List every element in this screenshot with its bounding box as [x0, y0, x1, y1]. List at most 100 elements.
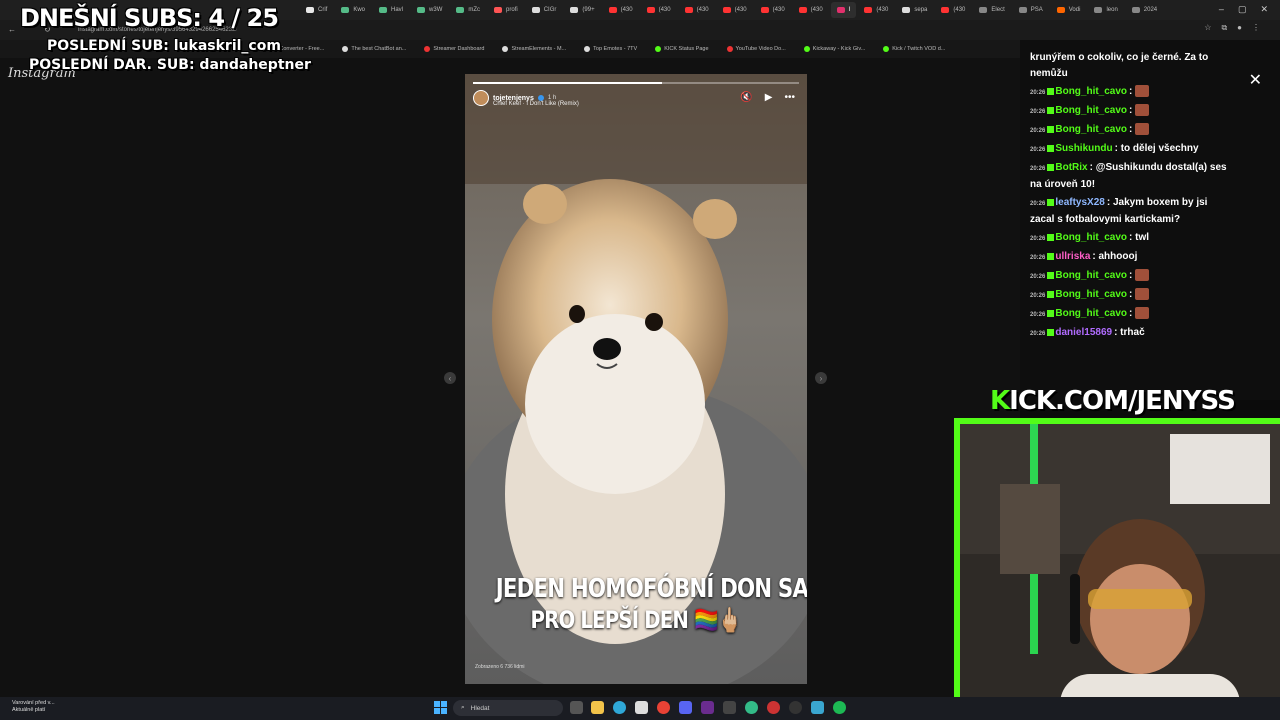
browser-tab[interactable]: (430 — [717, 2, 753, 18]
menu-icon[interactable]: ⋮ — [1252, 23, 1260, 33]
chat-username[interactable]: leaftysX28 — [1055, 197, 1104, 208]
browser-tab[interactable]: Havl — [373, 2, 409, 18]
chat-username[interactable]: Bong_hit_cavo — [1055, 105, 1127, 116]
browser-tab[interactable]: (430 — [858, 2, 894, 18]
browser-tab[interactable]: Kwo — [335, 2, 371, 18]
windows-start-icon[interactable] — [434, 701, 447, 714]
browser-tab[interactable]: (99+ — [564, 2, 600, 18]
browser-tab[interactable]: Elect — [973, 2, 1010, 18]
browser-tab[interactable]: (430 — [793, 2, 829, 18]
chat-username[interactable]: Bong_hit_cavo — [1055, 124, 1127, 135]
minimize-icon[interactable]: – — [1219, 4, 1224, 15]
browser-tab[interactable]: (430 — [679, 2, 715, 18]
chrome-icon[interactable] — [657, 701, 670, 714]
extensions-icon[interactable]: ⧉ — [1221, 23, 1227, 33]
browser-tab[interactable]: Crif — [300, 2, 333, 18]
more-icon[interactable]: ••• — [784, 92, 795, 103]
edge-icon[interactable] — [613, 701, 626, 714]
story-viewer[interactable]: tojetenjenys 1 h Chief Keef · I Don't Li… — [465, 74, 807, 684]
story-next-button[interactable]: › — [815, 372, 827, 384]
play-icon[interactable]: ▶ — [765, 92, 773, 103]
browser-tab[interactable]: I — [830, 2, 857, 18]
chat-username[interactable]: Sushikundu — [1055, 143, 1112, 154]
browser-tab[interactable]: CIGr — [526, 2, 563, 18]
weather-warning[interactable]: Varování před v... Aktuálně platí — [12, 700, 55, 714]
story-viewers[interactable]: Zobrazeno 6 736 lidmi — [475, 664, 524, 670]
app-icon-3[interactable] — [789, 701, 802, 714]
browser-tab[interactable]: leon — [1088, 2, 1123, 18]
browser-tab[interactable]: Vodi — [1051, 2, 1087, 18]
chat-username[interactable]: Bong_hit_cavo — [1055, 86, 1127, 97]
back-icon[interactable]: ← — [8, 25, 16, 34]
browser-tab[interactable]: (430 — [755, 2, 791, 18]
bookmark-item[interactable]: KICK Status Page — [655, 46, 709, 52]
tab-label: (430 — [953, 7, 966, 13]
tab-favicon-icon — [1131, 7, 1140, 13]
tab-favicon-icon — [494, 7, 503, 13]
chat-username[interactable]: Bong_hit_cavo — [1055, 270, 1127, 281]
tab-favicon-icon — [760, 7, 769, 13]
file-explorer-icon[interactable] — [591, 701, 604, 714]
discord-icon[interactable] — [679, 701, 692, 714]
bookmark-item[interactable]: Kick / Twitch VOD d... — [883, 46, 945, 52]
taskbar-search[interactable]: ⌕ Hledat — [453, 700, 563, 716]
chat-text: : to dělej všechny — [1114, 143, 1199, 154]
task-view-icon[interactable] — [570, 701, 583, 714]
tab-favicon-icon — [608, 7, 617, 13]
bookmark-item[interactable]: Kickaway - Kick Giv... — [803, 46, 865, 52]
browser-tab[interactable]: mZc — [450, 2, 486, 18]
notes-icon[interactable] — [811, 701, 824, 714]
chat-text: : ahhoooj — [1092, 251, 1138, 262]
tab-favicon-icon — [1018, 7, 1027, 13]
last-sub-overlay: POSLEDNÍ SUB: lukaskril_com — [47, 38, 281, 54]
bookmark-item[interactable]: The best ChatBot an... — [342, 46, 406, 52]
chat-username[interactable]: Bong_hit_cavo — [1055, 308, 1127, 319]
close-window-icon[interactable]: ✕ — [1260, 4, 1268, 15]
bookmark-item[interactable]: YouTube Video Do... — [726, 46, 786, 52]
maximize-icon[interactable]: ▢ — [1238, 4, 1247, 15]
story-prev-button[interactable]: ‹ — [444, 372, 456, 384]
tab-favicon-icon — [798, 7, 807, 13]
browser-tab[interactable]: w3W — [411, 2, 448, 18]
bookmark-item[interactable]: StreamElements - M... — [502, 46, 566, 52]
spotify-icon[interactable] — [833, 701, 846, 714]
avatar[interactable] — [473, 90, 489, 106]
tab-favicon-icon — [531, 7, 540, 13]
bookmark-item[interactable]: Top Emotes - 7TV — [584, 46, 637, 52]
chat-username[interactable]: ullriska — [1055, 251, 1090, 262]
obs-icon[interactable] — [767, 701, 780, 714]
bookmark-item[interactable]: Streamer Dashboard — [424, 46, 484, 52]
chat-username[interactable]: BotRix — [1055, 162, 1087, 173]
tab-label: Vodi — [1068, 7, 1081, 13]
browser-tab[interactable]: 2024 — [1126, 2, 1163, 18]
tab-favicon-icon — [646, 7, 655, 13]
browser-tab[interactable]: (430 — [641, 2, 677, 18]
chat-username[interactable]: Bong_hit_cavo — [1055, 232, 1127, 243]
mute-icon[interactable]: 🔇 — [740, 92, 752, 103]
chat-username[interactable]: Bong_hit_cavo — [1055, 289, 1127, 300]
chat-message: 20:26 Bong_hit_cavo: — [1030, 268, 1230, 285]
profile-icon[interactable]: ● — [1237, 23, 1242, 33]
tab-favicon-icon — [941, 7, 950, 13]
browser-tab[interactable]: (430 — [935, 2, 971, 18]
browser-tab[interactable]: (430 — [603, 2, 639, 18]
chat-emote-icon — [1135, 288, 1150, 301]
chat-message-continuation: krunýřem o cokoliv, co je černé. Za to n… — [1030, 52, 1209, 79]
tab-label: (430 — [876, 7, 889, 13]
chrome-active-icon[interactable] — [745, 701, 758, 714]
weather-warning-line-2: Aktuálně platí — [12, 707, 46, 713]
close-icon[interactable]: ✕ — [1249, 70, 1262, 90]
story-controls: 🔇 ▶ ••• — [740, 92, 795, 103]
browser-tab[interactable]: sepa — [896, 2, 933, 18]
app-icon-1[interactable] — [701, 701, 714, 714]
chat-timestamp: 20:26 — [1030, 90, 1046, 96]
story-music[interactable]: Chief Keef · I Don't Like (Remix) — [493, 101, 579, 107]
browser-tab[interactable]: PSA — [1013, 2, 1049, 18]
subscriber-badge-icon — [1047, 252, 1055, 260]
app-icon-2[interactable] — [723, 701, 736, 714]
browser-tab[interactable]: profi — [488, 2, 524, 18]
store-icon[interactable] — [635, 701, 648, 714]
last-gift-sub-overlay: POSLEDNÍ DAR. SUB: dandaheptner — [29, 57, 311, 73]
bookmark-star-icon[interactable]: ☆ — [1204, 23, 1211, 33]
chat-username[interactable]: daniel15869 — [1055, 327, 1112, 338]
